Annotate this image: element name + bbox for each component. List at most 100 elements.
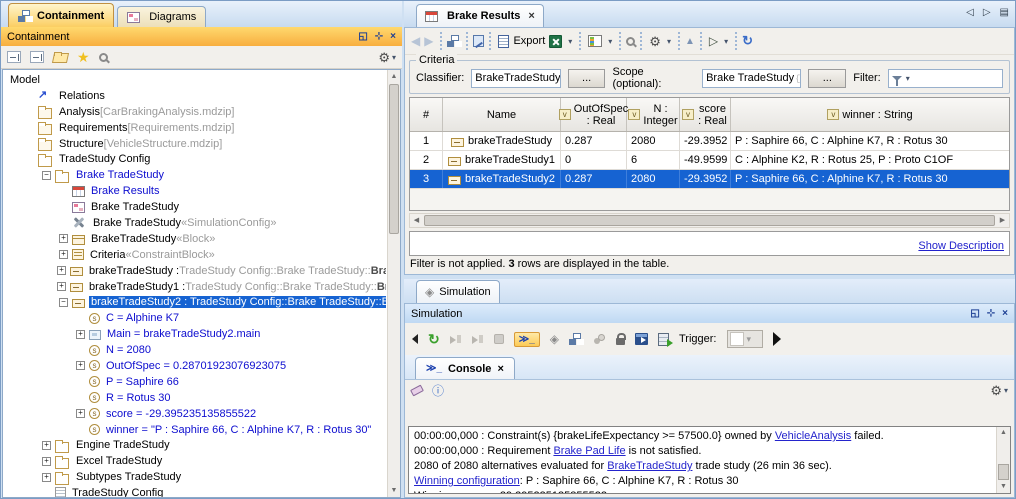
console-link[interactable]: BrakeTradeStudy <box>607 460 692 472</box>
expand-plus-icon[interactable]: + <box>76 409 85 418</box>
tree-item[interactable]: +brakeTradeStudy1 : TradeStudy Config::B… <box>5 279 386 295</box>
table-cell[interactable]: 1 <box>410 132 443 150</box>
tree-item[interactable]: +brakeTradeStudy : TradeStudy Config::Br… <box>5 263 386 279</box>
variables-tree-icon[interactable] <box>569 333 583 345</box>
table-cell[interactable]: P : Saphire 66, C : Alphine K7, R : Rotu… <box>731 170 1009 188</box>
table-cell[interactable]: -29.3952 <box>680 132 731 150</box>
tree-item[interactable]: +Excel TradeStudy <box>5 453 386 469</box>
console-vertical-scrollbar[interactable]: ▲ ▼ <box>996 427 1010 493</box>
table-cell[interactable]: 2 <box>410 151 443 169</box>
tab-simulation[interactable]: ◈ Simulation <box>416 280 500 303</box>
tree-item[interactable]: sR = Rotus 30 <box>5 390 386 406</box>
select-in-containment-icon[interactable] <box>447 35 461 47</box>
scroll-down-icon[interactable]: ▼ <box>997 481 1010 493</box>
tree-item[interactable]: sP = Saphire 66 <box>5 374 386 390</box>
close-icon[interactable]: × <box>390 32 396 42</box>
tree-item[interactable]: TradeStudy Config <box>5 485 386 498</box>
tree-item[interactable]: Requirements [Requirements.mdzip] <box>5 120 386 136</box>
tree-item[interactable]: sC = Alphine K7 <box>5 310 386 326</box>
scrollbar-thumb[interactable] <box>998 464 1009 480</box>
table-cell[interactable]: 0.287 <box>561 132 627 150</box>
table-cell[interactable]: 2080 <box>627 132 680 150</box>
tree-item[interactable]: +Main = brakeTradeStudy2.main <box>5 326 386 342</box>
tree-item[interactable]: Brake TradeStudy «SimulationConfig» <box>5 215 386 231</box>
scope-browse-button[interactable]: ... <box>808 69 846 88</box>
tree-item[interactable]: −brakeTradeStudy2 : TradeStudy Config::B… <box>5 294 386 310</box>
clear-console-icon[interactable] <box>410 385 424 397</box>
collapse-toolbar-icon[interactable] <box>412 334 418 344</box>
scroll-right-icon[interactable]: ▶ <box>996 214 1009 227</box>
console-link[interactable]: Brake Pad Life <box>553 445 625 457</box>
table-cell[interactable]: 0.287 <box>561 170 627 188</box>
expand-plus-icon[interactable]: + <box>76 330 85 339</box>
table-cell[interactable]: -49.9599 <box>680 151 731 169</box>
close-icon[interactable]: × <box>1002 309 1008 319</box>
scroll-up-icon[interactable]: ▲ <box>997 427 1010 439</box>
column-header[interactable]: vN : Integer <box>627 98 680 131</box>
scroll-left-icon[interactable]: ◀ <box>410 214 423 227</box>
expand-plus-icon[interactable]: + <box>57 266 66 275</box>
tree-item[interactable]: −Brake TradeStudy <box>5 167 386 183</box>
table-row[interactable]: 2brakeTradeStudy106-49.9599C : Alphine K… <box>410 151 1009 170</box>
pin-icon[interactable]: ⊹ <box>987 309 995 319</box>
tab-list-icon[interactable]: ▤ <box>1000 7 1009 18</box>
table-row[interactable]: 3brakeTradeStudy20.2872080-29.3952P : Sa… <box>410 170 1009 189</box>
column-header[interactable]: vOutOfSpec : Real <box>561 98 627 131</box>
stop-icon[interactable] <box>494 334 504 344</box>
forward-icon[interactable]: ▶ <box>424 35 433 47</box>
tab-console[interactable]: ≫_ Console × <box>415 357 515 379</box>
tree-item[interactable]: Brake Results <box>5 183 386 199</box>
expand-toolbar-icon[interactable] <box>773 332 781 346</box>
tree-item[interactable]: TradeStudy Config <box>5 151 386 167</box>
table-cell[interactable]: 3 <box>410 170 443 188</box>
scrollbar-thumb[interactable] <box>424 215 995 226</box>
columns-button[interactable]: ▾ <box>586 35 614 47</box>
step-into-icon[interactable] <box>450 334 462 344</box>
table-options-button[interactable]: ⚙ ▾ <box>647 35 673 48</box>
open-in-new-window-icon[interactable] <box>635 333 648 345</box>
filter-field[interactable]: ▾ <box>888 69 1003 88</box>
previous-tab-icon[interactable]: ◁ <box>966 7 974 18</box>
float-window-icon[interactable]: ◱ <box>970 309 979 319</box>
tree-item[interactable]: Analysis [CarBrakingAnalysis.mdzip] <box>5 104 386 120</box>
tree-item[interactable]: sN = 2080 <box>5 342 386 358</box>
console-link[interactable]: VehicleAnalysis <box>775 430 851 442</box>
collapse-criteria-icon[interactable]: ▲ <box>685 36 695 47</box>
expand-plus-icon[interactable]: + <box>76 361 85 370</box>
export-to-server-icon[interactable] <box>658 333 669 346</box>
scrollbar-thumb[interactable] <box>389 84 399 234</box>
collapse-minus-icon[interactable]: − <box>42 171 51 180</box>
tree-item[interactable]: Structure [VehicleStructure.mdzip] <box>5 136 386 152</box>
close-tab-icon[interactable]: × <box>497 363 503 375</box>
run-simulation-icon[interactable]: ↻ <box>428 332 440 346</box>
table-cell[interactable]: P : Saphire 66, C : Alphine K7, R : Rotu… <box>731 132 1009 150</box>
back-icon[interactable]: ◀ <box>411 35 420 47</box>
tree-item[interactable]: +BrakeTradeStudy «Block» <box>5 231 386 247</box>
expand-plus-icon[interactable]: + <box>57 282 66 291</box>
tree-item[interactable]: Brake TradeStudy <box>5 199 386 215</box>
scope-field[interactable]: Brake TradeStudy {}xy <box>702 69 801 88</box>
expand-plus-icon[interactable]: + <box>42 473 51 482</box>
close-tab-icon[interactable]: × <box>528 10 534 22</box>
breakpoints-icon[interactable] <box>593 334 606 345</box>
trigger-dropdown[interactable]: ▾ <box>727 330 763 348</box>
column-header[interactable]: vwinner : String <box>731 98 1009 131</box>
validation-icon[interactable] <box>473 35 484 47</box>
table-cell[interactable]: C : Alphine K2, R : Rotus 25, P : Proto … <box>731 151 1009 169</box>
table-cell[interactable]: brakeTradeStudy <box>443 132 561 150</box>
tree-item[interactable]: ↗Relations <box>5 88 386 104</box>
tree-item[interactable]: +Criteria «ConstraintBlock» <box>5 247 386 263</box>
show-description-link[interactable]: Show Description <box>918 240 1004 252</box>
containment-options-button[interactable]: ⚙ ▾ <box>378 51 396 64</box>
collapse-minus-icon[interactable]: − <box>59 298 68 307</box>
favorites-star-icon[interactable]: ★ <box>77 51 90 64</box>
console-link[interactable]: Winning configuration <box>414 475 520 487</box>
collapse-selected-icon[interactable] <box>30 51 44 63</box>
table-horizontal-scrollbar[interactable]: ◀ ▶ <box>409 213 1010 228</box>
next-tab-icon[interactable]: ▷ <box>983 7 991 18</box>
table-cell[interactable]: brakeTradeStudy1 <box>443 151 561 169</box>
search-icon[interactable] <box>99 53 108 62</box>
classifier-browse-button[interactable]: ... <box>568 69 606 88</box>
classifier-field[interactable]: BrakeTradeStudy <box>471 69 560 88</box>
expand-plus-icon[interactable]: + <box>59 250 68 259</box>
